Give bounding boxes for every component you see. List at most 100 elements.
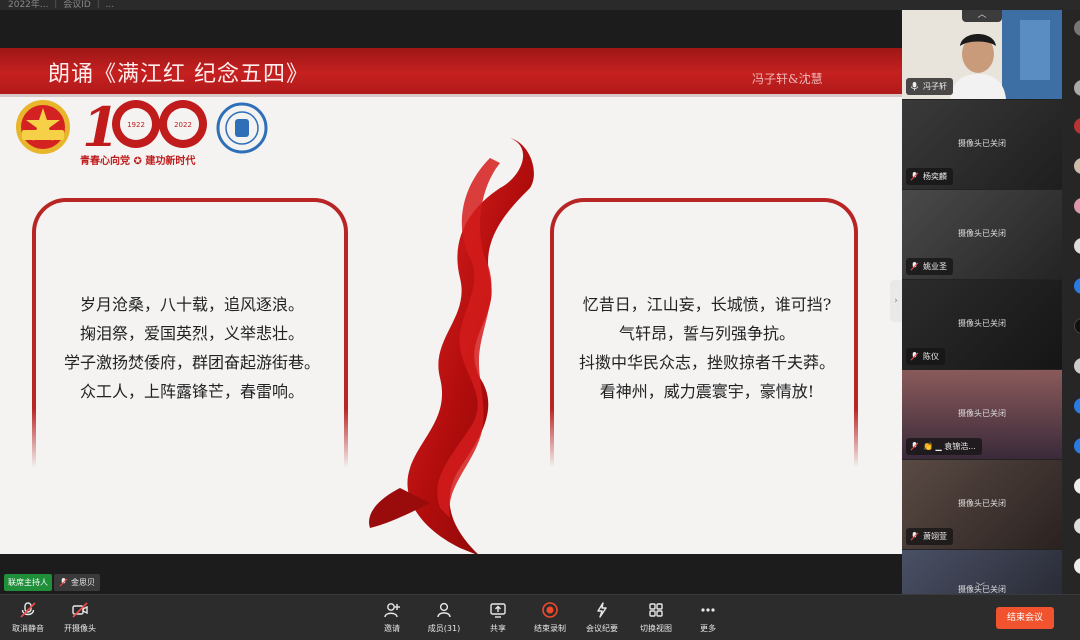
participant-name-tag: 冯子轩 (906, 78, 953, 95)
more-button[interactable]: 更多 (680, 601, 736, 634)
avatar[interactable] (1074, 358, 1080, 374)
camera-off-text: 摄像头已关闭 (958, 499, 1006, 508)
add-person-icon (384, 603, 400, 618)
shared-screen: 朗诵《满江红 纪念五四》 冯子轩&沈慧 1 1922 2022 青春心向党 ✪ … (0, 48, 902, 554)
avatar[interactable] (1074, 238, 1080, 254)
slide-title: 朗诵《满江红 纪念五四》 (48, 62, 309, 87)
avatar[interactable] (1074, 198, 1080, 214)
avatar[interactable] (1074, 20, 1080, 36)
share-label: 共享 (490, 624, 506, 633)
avatar[interactable] (1074, 118, 1080, 134)
host-name: 金思贝 (71, 578, 95, 587)
video-tile[interactable]: 摄像头已关闭 杨奕麟 (902, 100, 1062, 189)
avatar[interactable] (1074, 278, 1080, 294)
avatar[interactable] (1074, 158, 1080, 174)
mic-muted-icon (910, 532, 919, 541)
camera-off-text: 摄像头已关闭 (958, 319, 1006, 328)
meeting-minutes-button[interactable]: 会议纪要 (574, 601, 630, 634)
host-name-tag: 金思贝 (54, 574, 100, 591)
avatar[interactable] (1074, 558, 1080, 574)
camera-off-text: 摄像头已关闭 (958, 229, 1006, 238)
poem-line: 掬泪祭，爱国英烈，义举悲壮。 (79, 324, 304, 343)
participant-name-tag: 陈仪 (906, 348, 945, 365)
participant-name-tag: 杨奕麟 (906, 168, 953, 185)
grid-view-icon (649, 603, 663, 617)
video-tile[interactable]: ︿ 冯子轩 (902, 10, 1062, 99)
avatar[interactable] (1074, 398, 1080, 414)
meeting-window: 2022年... ｜ 会议ID ｜ ... 朗诵《满江红 纪念五四》 冯子轩&沈… (0, 0, 1080, 640)
school-seal-icon (216, 102, 268, 154)
video-tile[interactable]: 摄像头已关闭 姚业圣 (902, 190, 1062, 279)
switch-view-button[interactable]: 切换视图 (628, 601, 684, 634)
stop-recording-label: 结束录制 (534, 624, 566, 633)
participant-name: 姚业圣 (923, 262, 947, 271)
unmute-button[interactable]: 取消静音 (0, 601, 56, 634)
member-avatar-strip (1062, 10, 1080, 594)
members-label: 成员(31) (427, 624, 461, 633)
mic-muted-icon (910, 352, 919, 361)
start-camera-button[interactable]: 开摄像头 (52, 601, 108, 634)
co-host-badge: 联席主持人 (4, 574, 52, 591)
poem-right: 忆昔日，江山妄，长城愤，谁可挡? 气轩昂，誓与列强争抗。 抖擞中华民众志，挫败掠… (552, 290, 862, 406)
poem-left: 岁月沧桑，八十载，追风逐浪。 掬泪祭，爱国英烈，义举悲壮。 学子激扬焚倭府，群团… (34, 290, 350, 406)
poem-line: 忆昔日，江山妄，长城愤，谁可挡? (582, 295, 832, 314)
invite-label: 邀请 (384, 624, 400, 633)
poem-line: 岁月沧桑，八十载，追风逐浪。 (79, 295, 304, 314)
poem-line: 看神州，威力震寰宇，豪情放! (599, 382, 815, 401)
participant-name-tag: 👏 ▁ 袁锦浩... (906, 438, 982, 455)
mic-muted-icon (910, 442, 919, 451)
mic-icon (910, 82, 919, 91)
avatar[interactable] (1074, 518, 1080, 534)
camera-off-text: 摄像头已关闭 (958, 409, 1006, 418)
more-dots-icon (701, 608, 715, 612)
mic-muted-icon (910, 172, 919, 181)
meeting-toolbar: 取消静音 开摄像头 邀请 成员(31) 共享 结束录制 会议纪要 切换视图 更多… (0, 594, 1080, 640)
avatar[interactable] (1074, 478, 1080, 494)
camera-off-icon (72, 602, 88, 618)
participant-name: 萧翊萱 (923, 532, 947, 541)
poem-line: 学子激扬焚倭府，群团奋起游街巷。 (63, 353, 320, 372)
title-bar-text: 2022年... ｜ 会议ID ｜ ... (8, 0, 115, 10)
title-bar: 2022年... ｜ 会议ID ｜ ... (0, 0, 1080, 10)
slide-authors: 冯子轩&沈慧 (752, 72, 823, 86)
screen-share-icon (490, 603, 506, 618)
video-tile[interactable]: 摄像头已关闭 ﹀ (902, 550, 1062, 594)
slide-header: 朗诵《满江红 纪念五四》 冯子轩&沈慧 (0, 48, 902, 94)
end-meeting-button[interactable]: 结束会议 (996, 607, 1054, 629)
switch-view-label: 切换视图 (640, 624, 672, 633)
centennial-logo: 1 1922 2022 青春心向党 ✪ 建功新时代 (12, 96, 272, 168)
participant-name: 👏 ▁ 袁锦浩... (923, 442, 976, 451)
video-tile[interactable]: 摄像头已关闭 萧翊萱 (902, 460, 1062, 549)
invite-button[interactable]: 邀请 (364, 601, 420, 634)
more-label: 更多 (700, 624, 716, 633)
video-tile[interactable]: 摄像头已关闭 陈仪 (902, 280, 1062, 369)
participant-name: 冯子轩 (923, 82, 947, 91)
red-silk-ribbon (369, 138, 534, 554)
panel-toggle-handle[interactable]: › (890, 280, 902, 322)
poem-line: 气轩昂，誓与列强争抗。 (618, 324, 795, 343)
avatar[interactable] (1074, 80, 1080, 96)
mic-muted-icon (20, 602, 36, 618)
members-button[interactable]: 成员(31) (416, 601, 472, 634)
collapse-video-button[interactable]: ︿ (962, 10, 1002, 22)
poem-line: 抖擞中华民众志，挫败掠者千夫莽。 (578, 353, 835, 372)
avatar[interactable] (1074, 318, 1080, 334)
avatar[interactable] (1074, 438, 1080, 454)
participant-video-column: ︿ 冯子轩 摄像头已关闭 杨奕麟 摄像头已关闭 姚业圣 摄像头已关闭 陈仪 摄像… (902, 10, 1062, 594)
record-icon (542, 602, 558, 618)
mic-muted-icon (910, 262, 919, 271)
people-icon (437, 602, 451, 618)
mic-muted-icon (59, 578, 68, 587)
share-button[interactable]: 共享 (470, 601, 526, 634)
year-end-label: 2022 (174, 121, 192, 129)
slogan-text: 青春心向党 ✪ 建功新时代 (80, 156, 196, 167)
youth-league-emblem-icon (16, 100, 70, 154)
host-indicator: 联席主持人 金思贝 (4, 574, 100, 591)
participant-name-tag: 姚业圣 (906, 258, 953, 275)
participant-name-tag: 萧翊萱 (906, 528, 953, 545)
stop-recording-button[interactable]: 结束录制 (522, 601, 578, 634)
video-tile[interactable]: 摄像头已关闭 👏 ▁ 袁锦浩... (902, 370, 1062, 459)
scroll-down-icon[interactable]: ﹀ (976, 580, 985, 593)
participant-name: 杨奕麟 (923, 172, 947, 181)
hundred-years-mark: 1 1922 2022 (82, 96, 207, 152)
